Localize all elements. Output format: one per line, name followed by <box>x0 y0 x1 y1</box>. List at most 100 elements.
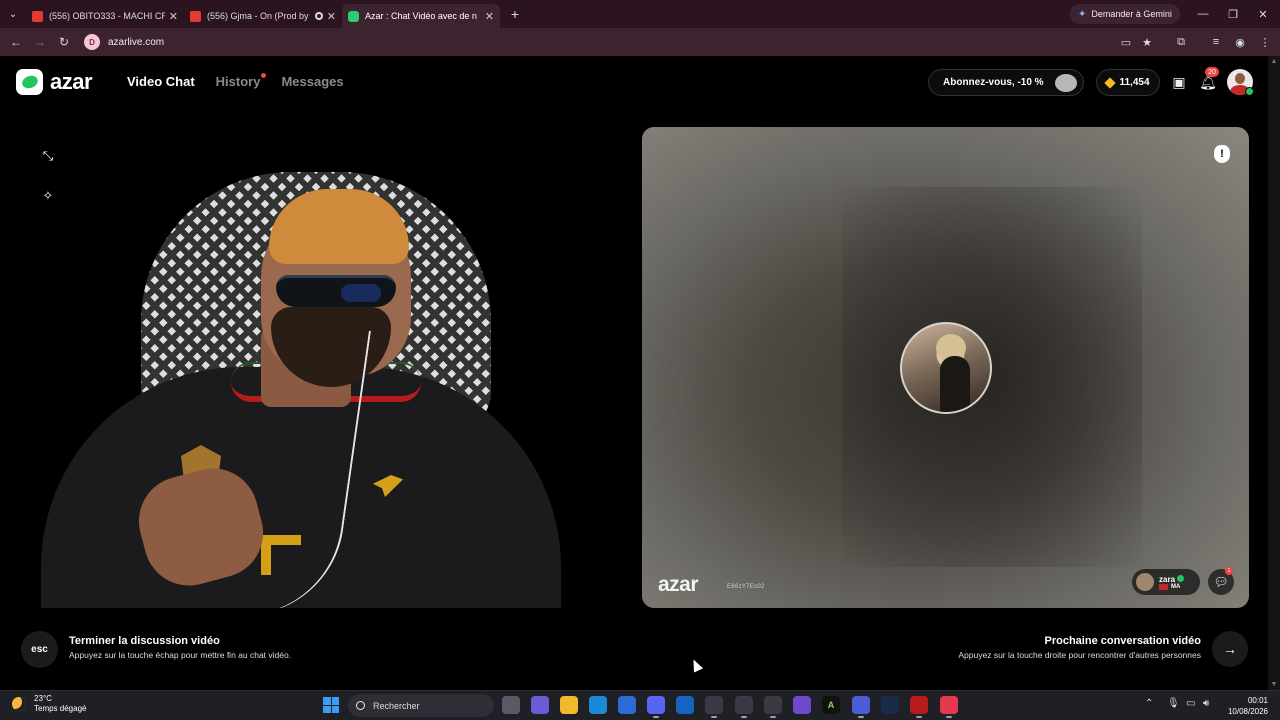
new-indicator-dot <box>261 73 267 78</box>
tab-search-icon[interactable]: ⌄ <box>0 0 26 28</box>
ea-app-icon[interactable] <box>940 696 958 718</box>
sunglasses <box>276 275 396 307</box>
browser-tab-3[interactable]: Azar : Chat Vidéo avec de n ✕ <box>342 4 500 28</box>
next-chat-hint: Prochaine conversation vidéo Appuyez sur… <box>958 635 1201 660</box>
next-arrow-button[interactable]: → <box>1212 631 1248 667</box>
gem-icon <box>1104 76 1117 89</box>
magic-wand-icon[interactable]: ✧ <box>38 186 58 206</box>
youtube-icon <box>32 10 43 22</box>
azar-icon <box>348 10 359 22</box>
bookmark-star-icon[interactable]: ★ <box>1136 28 1158 56</box>
session-id: E96zY7Es02 <box>727 584 765 590</box>
browser-tab-strip: ⌄ (556) OBITO333 - MACHI CRIPS ✕ (556) G… <box>0 0 1280 28</box>
weather-text: Temps dégagé <box>34 704 87 713</box>
menu-kebab-icon[interactable]: ⋮ <box>1254 28 1276 56</box>
logo-text: azar <box>50 69 93 94</box>
next-chat-title: Prochaine conversation vidéo <box>1044 635 1202 647</box>
azar-logo[interactable]: azar <box>16 69 93 95</box>
gemini-label: Demander à Gemini <box>1091 9 1172 19</box>
microphone-icon[interactable]: 🎙︎ <box>1167 698 1180 709</box>
maximize-button[interactable]: ❐ <box>1216 0 1250 28</box>
address-bar-row: ← → ↻ D azarlive.com <box>0 28 1280 56</box>
extensions-icon[interactable]: ⧉ <box>1170 28 1192 56</box>
task-view-icon[interactable] <box>502 696 520 714</box>
tab-title: (556) Gjma - On (Prod by dallas <box>207 11 311 21</box>
mouse-cursor-icon <box>688 657 704 673</box>
gems-count: 11,454 <box>1119 77 1150 88</box>
mascot-icon <box>1055 74 1077 92</box>
esc-button[interactable]: esc <box>21 631 58 668</box>
browser-tab-1[interactable]: (556) OBITO333 - MACHI CRIPS ✕ <box>26 4 184 28</box>
close-tab-icon[interactable]: ✕ <box>485 10 494 23</box>
main-nav: Video Chat History Messages <box>127 73 344 89</box>
url-text: azarlive.com <box>108 36 165 48</box>
minimize-button[interactable]: — <box>1186 0 1220 28</box>
search-placeholder: Rechercher <box>373 700 420 711</box>
partner-profile-chip[interactable]: zara MA <box>1132 569 1200 595</box>
nav-messages[interactable]: Messages <box>281 74 343 89</box>
close-tab-icon[interactable]: ✕ <box>169 10 178 23</box>
edge-icon[interactable] <box>589 696 607 714</box>
close-window-button[interactable]: ✕ <box>1246 0 1280 28</box>
site-info-icon[interactable]: D <box>84 34 100 50</box>
chat-app-icon[interactable] <box>852 696 870 718</box>
inbox-icon[interactable] <box>705 696 723 718</box>
tab-title: Azar : Chat Vidéo avec de n <box>365 11 477 21</box>
scroll-up-icon[interactable]: ▲ <box>1270 58 1278 65</box>
end-chat-hint: Terminer la discussion vidéo Appuyez sur… <box>69 635 291 660</box>
gemini-button[interactable]: ✦ Demander à Gemini <box>1070 4 1180 24</box>
discord-icon[interactable] <box>647 696 665 718</box>
mail-icon[interactable] <box>676 696 694 714</box>
morocco-flag-icon <box>1159 583 1168 590</box>
subscribe-button[interactable]: Abonnez-vous, -10 % <box>928 69 1084 96</box>
moon-icon <box>12 697 26 711</box>
temperature: 23°C <box>34 694 52 703</box>
ai-app-icon[interactable]: A <box>822 696 840 714</box>
new-tab-button[interactable]: + <box>504 6 526 22</box>
forward-arrow-icon[interactable]: → <box>28 28 52 56</box>
partner-country: MA <box>1171 583 1181 590</box>
clock-time: 00:01 <box>1247 696 1268 705</box>
end-chat-subtitle: Appuyez sur la touche échap pour mettre … <box>69 650 292 660</box>
gemini-icon: ✦ <box>1078 8 1087 20</box>
file-explorer-icon[interactable] <box>560 696 578 714</box>
windows-start-icon[interactable] <box>323 697 339 713</box>
store-icon[interactable]: ▣ <box>1169 72 1189 92</box>
partner-country-row: MA <box>1159 583 1184 590</box>
gems-balance-button[interactable]: 11,454 <box>1096 69 1160 96</box>
nav-history[interactable]: History <box>215 73 267 89</box>
system-clock[interactable]: 00:01 10/08/2026 <box>1222 695 1268 717</box>
back-arrow-icon[interactable]: ← <box>4 28 28 56</box>
volume-icon[interactable]: 🔊︎ <box>1203 698 1209 709</box>
collapse-icon[interactable]: ⤡ <box>38 146 58 166</box>
close-tab-icon[interactable]: ✕ <box>327 10 336 23</box>
media-control-icon[interactable]: ≡ <box>1205 28 1227 56</box>
weather-widget[interactable]: 23°C Temps dégagé <box>12 694 86 714</box>
tray-chevron-icon[interactable]: ⌃ <box>1145 698 1153 709</box>
copilot-icon[interactable] <box>531 696 549 714</box>
youtube-icon <box>190 10 201 22</box>
blurred-background <box>842 187 1142 567</box>
cast-icon[interactable]: ▭ <box>1115 28 1137 56</box>
game-launcher-icon[interactable] <box>881 696 899 714</box>
microsoft-store-icon[interactable] <box>618 696 636 714</box>
chrome-icon[interactable] <box>764 696 782 718</box>
partner-avatar <box>1136 573 1154 591</box>
nav-history-label: History <box>215 74 261 89</box>
reload-icon[interactable]: ↻ <box>52 28 76 56</box>
browser-tab-2[interactable]: (556) Gjma - On (Prod by dallas ✕ <box>184 4 342 28</box>
page-scrollbar[interactable]: ▲ ▼ <box>1268 56 1280 690</box>
scroll-down-icon[interactable]: ▼ <box>1270 681 1278 688</box>
windows-taskbar: 23°C Temps dégagé Rechercher A ⌃ 🎙︎ ▭ 🔊︎… <box>0 690 1280 720</box>
url-field[interactable]: D azarlive.com <box>80 32 1170 52</box>
nav-video-chat[interactable]: Video Chat <box>127 74 195 89</box>
report-shield-icon[interactable]: ! <box>1214 145 1230 163</box>
controller-icon[interactable] <box>793 696 811 714</box>
profile-icon[interactable]: ◉ <box>1229 28 1251 56</box>
online-status-dot <box>1245 87 1254 96</box>
recorder-app-icon[interactable] <box>910 696 928 718</box>
steam-icon[interactable] <box>735 696 753 718</box>
taskbar-search[interactable]: Rechercher <box>348 694 494 717</box>
azar-logo-icon <box>16 69 43 95</box>
network-icon[interactable]: ▭ <box>1186 698 1195 709</box>
